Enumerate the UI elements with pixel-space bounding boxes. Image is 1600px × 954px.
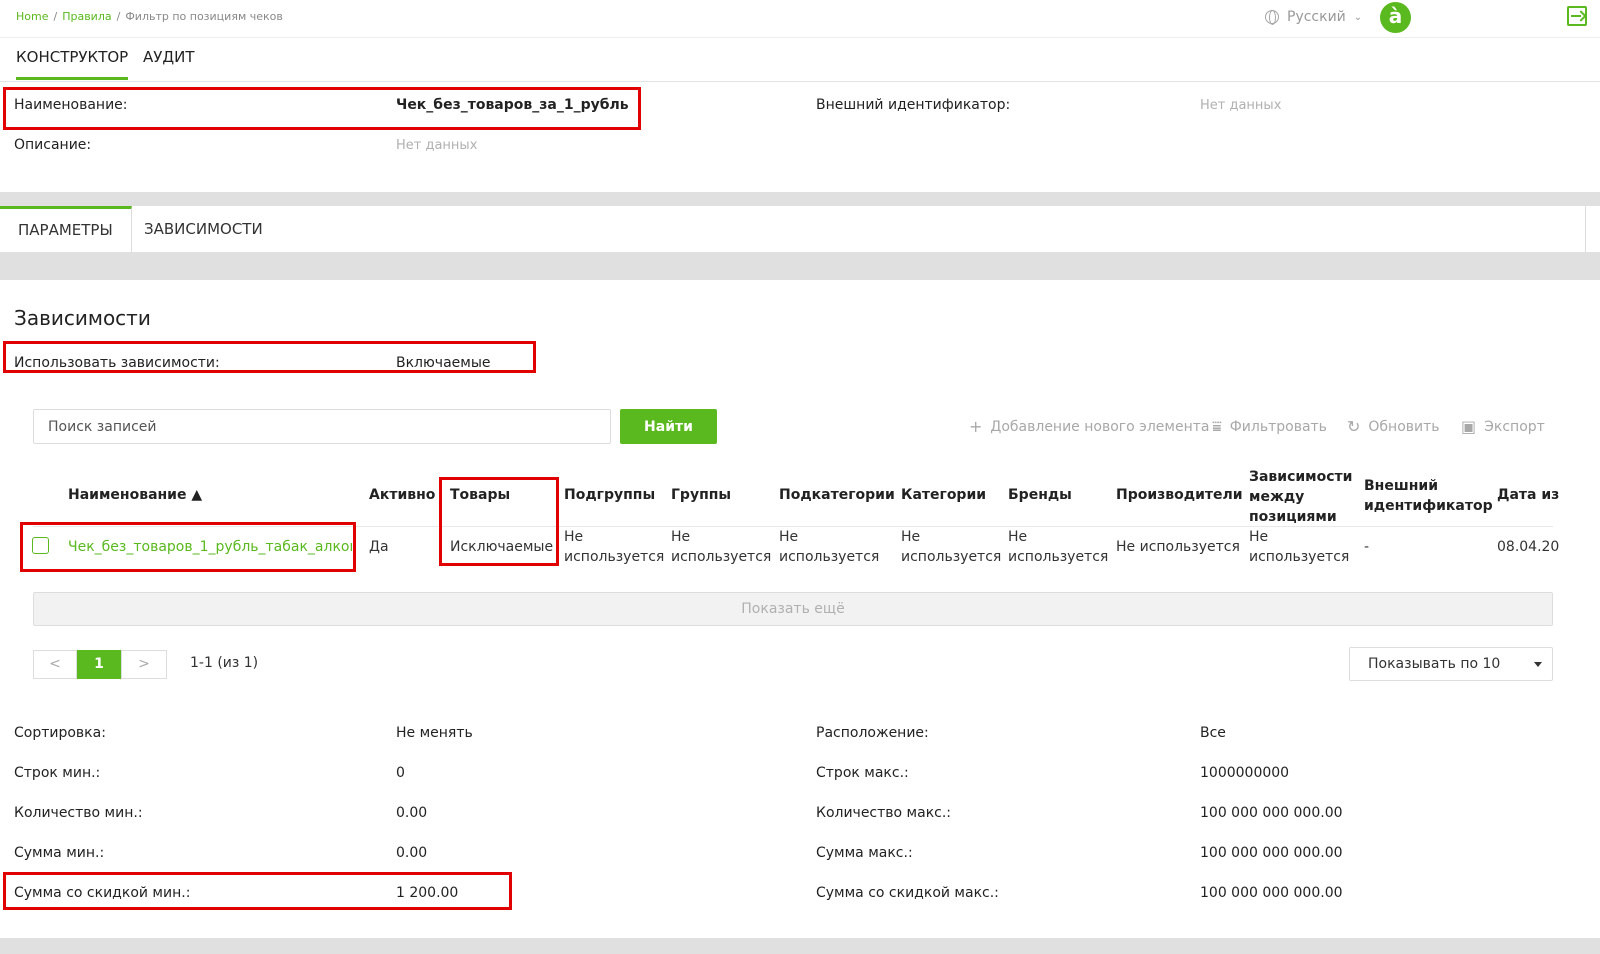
sum-max-label: Сумма макс.: — [816, 845, 913, 861]
rows-max-label: Строк макс.: — [816, 765, 909, 781]
external-id-label: Внешний идентификатор: — [816, 97, 1011, 113]
filter-icon: ⩸ — [1212, 417, 1222, 436]
refresh-icon: ↻ — [1347, 417, 1361, 436]
use-deps-value: Включаемые — [396, 355, 491, 371]
breadcrumb: Home / Правила / Фильтр по позициям чеков — [16, 10, 283, 23]
search-input[interactable] — [33, 409, 611, 444]
row-subgroups: Не используется — [564, 529, 665, 565]
col-groups[interactable]: Группы — [671, 487, 731, 503]
breadcrumb-current: Фильтр по позициям чеков — [125, 10, 283, 23]
external-id-value: Нет данных — [1200, 98, 1282, 113]
row-manufacturers: Не используется — [1116, 539, 1240, 555]
description-label: Описание: — [14, 137, 92, 153]
avatar[interactable]: à — [1380, 2, 1411, 33]
col-products[interactable]: Товары — [450, 487, 510, 503]
discount-max-label: Сумма со скидкой макс.: — [816, 885, 999, 901]
col-name[interactable]: Наименование ▲ — [68, 487, 202, 503]
refresh-button[interactable]: ↻ Обновить — [1347, 417, 1440, 436]
sum-min-label: Сумма мин.: — [14, 845, 105, 861]
col-brands[interactable]: Бренды — [1008, 487, 1072, 503]
sort-label: Сортировка: — [14, 725, 106, 741]
divider-band — [0, 192, 1600, 206]
chevron-down-icon: ⌄ — [1353, 11, 1363, 23]
col-subcategories[interactable]: Подкатегории — [779, 487, 895, 503]
top-bar: Home / Правила / Фильтр по позициям чеков Ру… — [0, 0, 1600, 38]
tab-constructor[interactable]: КОНСТРУКТОР — [16, 48, 129, 80]
page-1-button[interactable]: 1 — [77, 650, 121, 679]
rows-min-label: Строк мин.: — [14, 765, 101, 781]
add-element-button[interactable]: + Добавление нового элемента — [969, 417, 1209, 436]
export-icon: ▣ — [1461, 417, 1477, 436]
show-more-button[interactable]: Показать ещё — [33, 592, 1553, 626]
col-dependencies[interactable]: Зависимости между позициями — [1249, 467, 1352, 527]
col-date[interactable]: Дата изм — [1497, 487, 1559, 503]
name-label: Наименование: — [14, 97, 128, 113]
row-date: 08.04.202 — [1497, 539, 1559, 555]
sub-tabs: ПАРАМЕТРЫ ЗАВИСИМОСТИ — [0, 206, 1586, 252]
description-value: Нет данных — [396, 138, 478, 153]
qty-max-label: Количество макс.: — [816, 805, 952, 821]
row-subcategories: Не используется — [779, 529, 880, 565]
col-subgroups[interactable]: Подгруппы — [564, 487, 655, 503]
language-label: Русский — [1287, 9, 1346, 25]
logout-icon[interactable] — [1567, 6, 1587, 26]
col-external-id[interactable]: Внешний идентификатор — [1364, 476, 1493, 516]
name-value: Чек_без_товаров_за_1_рубль — [396, 97, 629, 113]
tab-audit[interactable]: АУДИТ — [143, 48, 195, 66]
rows-min-value: 0 — [396, 765, 405, 781]
discount-min-label: Сумма со скидкой мин.: — [14, 885, 191, 901]
tab-parameters[interactable]: ПАРАМЕТРЫ — [0, 206, 132, 252]
row-dependencies: Не используется — [1249, 529, 1350, 565]
row-active: Да — [369, 539, 389, 555]
col-manufacturers[interactable]: Производители — [1116, 487, 1243, 503]
breadcrumb-home[interactable]: Home — [16, 10, 48, 23]
row-categories: Не используется — [901, 529, 1002, 565]
rows-max-value: 1000000000 — [1200, 765, 1290, 781]
col-active[interactable]: Активно — [369, 487, 435, 503]
main-tabs: КОНСТРУКТОР АУДИТ — [0, 38, 1600, 82]
globe-icon — [1265, 10, 1279, 25]
qty-min-value: 0.00 — [396, 805, 428, 821]
sort-value: Не менять — [396, 725, 473, 741]
use-deps-label: Использовать зависимости: — [14, 355, 220, 371]
row-checkbox[interactable] — [32, 537, 49, 554]
sum-min-value: 0.00 — [396, 845, 428, 861]
prev-page-button[interactable]: < — [33, 650, 77, 679]
language-selector[interactable]: Русский ⌄ — [1265, 9, 1362, 25]
location-label: Расположение: — [816, 725, 929, 741]
col-categories[interactable]: Категории — [901, 487, 986, 503]
section-title: Зависимости — [14, 306, 151, 330]
discount-max-value: 100 000 000 000.00 — [1200, 885, 1343, 901]
per-page-select[interactable]: Показывать по 10 — [1349, 647, 1553, 681]
row-name-link[interactable]: Чек_без_товаров_1_рубль_табак_алкоголь — [68, 537, 352, 557]
filter-button[interactable]: ⩸ Фильтровать — [1212, 417, 1327, 437]
row-external-id: - — [1364, 539, 1370, 555]
plus-icon: + — [969, 417, 983, 436]
qty-min-label: Количество мин.: — [14, 805, 143, 821]
qty-max-value: 100 000 000 000.00 — [1200, 805, 1343, 821]
row-groups: Не используется — [671, 529, 772, 565]
location-value: Все — [1200, 725, 1226, 741]
next-page-button[interactable]: > — [121, 650, 167, 679]
row-products: Исключаемые — [450, 539, 554, 555]
tab-dependencies[interactable]: ЗАВИСИМОСТИ — [126, 206, 281, 252]
find-button[interactable]: Найти — [620, 409, 717, 444]
caret-down-icon — [1534, 662, 1542, 667]
discount-min-value: 1 200.00 — [396, 885, 459, 901]
sum-max-value: 100 000 000 000.00 — [1200, 845, 1343, 861]
divider-band-3 — [0, 938, 1600, 954]
breadcrumb-rules[interactable]: Правила — [62, 10, 111, 23]
export-button[interactable]: ▣ Экспорт — [1461, 417, 1545, 436]
divider-band-2 — [0, 252, 1600, 280]
pagination-info: 1-1 (из 1) — [190, 655, 259, 671]
row-brands: Не используется — [1008, 529, 1109, 565]
